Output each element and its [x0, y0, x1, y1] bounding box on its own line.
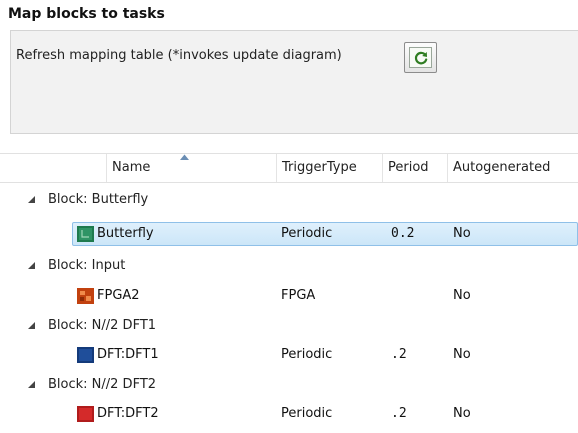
refresh-icon [409, 47, 432, 68]
group-label: Block: Input [48, 258, 126, 273]
group-label: Block: Butterfly [48, 192, 149, 207]
block-icon-blue [77, 347, 94, 363]
refresh-button[interactable] [404, 42, 437, 73]
refresh-label: Refresh mapping table (*invokes update d… [16, 48, 342, 63]
column-header-triggertype[interactable]: TriggerType [277, 154, 383, 182]
group-row-butterfly[interactable]: Block: Butterfly [0, 188, 578, 212]
group-label: Block: N//2 DFT2 [48, 377, 157, 392]
refresh-section [10, 30, 578, 134]
header-spacer [0, 154, 107, 182]
table-row-dft1[interactable]: DFT:DFT1 Periodic .2 No [0, 343, 578, 367]
cell-triggertype: Periodic [281, 406, 333, 421]
cell-period: .2 [391, 347, 407, 362]
group-row-input[interactable]: Block: Input [0, 254, 578, 278]
cell-autogenerated: No [453, 406, 471, 421]
panel-title: Map blocks to tasks [8, 6, 165, 22]
cell-autogenerated: No [453, 347, 471, 362]
cell-triggertype: Periodic [281, 347, 333, 362]
cell-autogenerated: No [453, 288, 471, 303]
column-header-name-label: Name [112, 160, 151, 175]
group-row-dft1[interactable]: Block: N//2 DFT1 [0, 314, 578, 338]
expanded-triangle-icon[interactable] [28, 381, 36, 389]
block-icon-green [77, 226, 94, 242]
block-icon-red [77, 406, 94, 422]
sort-ascending-icon [180, 154, 189, 160]
cell-name: DFT:DFT1 [97, 347, 159, 362]
table-header: Name TriggerType Period Autogenerated [0, 153, 578, 183]
column-header-name[interactable]: Name [107, 154, 277, 182]
column-header-period[interactable]: Period [383, 154, 448, 182]
cell-triggertype: Periodic [281, 226, 333, 241]
cell-name: Butterfly [97, 226, 154, 241]
cell-triggertype: FPGA [281, 288, 316, 303]
cell-period: 0.2 [391, 226, 415, 241]
table-row-butterfly[interactable]: Butterfly Periodic 0.2 No [0, 222, 578, 246]
table-row-dft2[interactable]: DFT:DFT2 Periodic .2 No [0, 402, 578, 426]
table-row-fpga2[interactable]: FPGA2 FPGA No [0, 284, 578, 308]
group-row-dft2[interactable]: Block: N//2 DFT2 [0, 373, 578, 397]
expanded-triangle-icon[interactable] [28, 196, 36, 204]
cell-name: DFT:DFT2 [97, 406, 159, 421]
cell-autogenerated: No [453, 226, 471, 241]
cell-period: .2 [391, 406, 407, 421]
fpga-block-icon [77, 288, 94, 304]
column-header-autogenerated[interactable]: Autogenerated [448, 154, 578, 182]
cell-name: FPGA2 [97, 288, 140, 303]
expanded-triangle-icon[interactable] [28, 322, 36, 330]
expanded-triangle-icon[interactable] [28, 262, 36, 270]
group-label: Block: N//2 DFT1 [48, 318, 157, 333]
